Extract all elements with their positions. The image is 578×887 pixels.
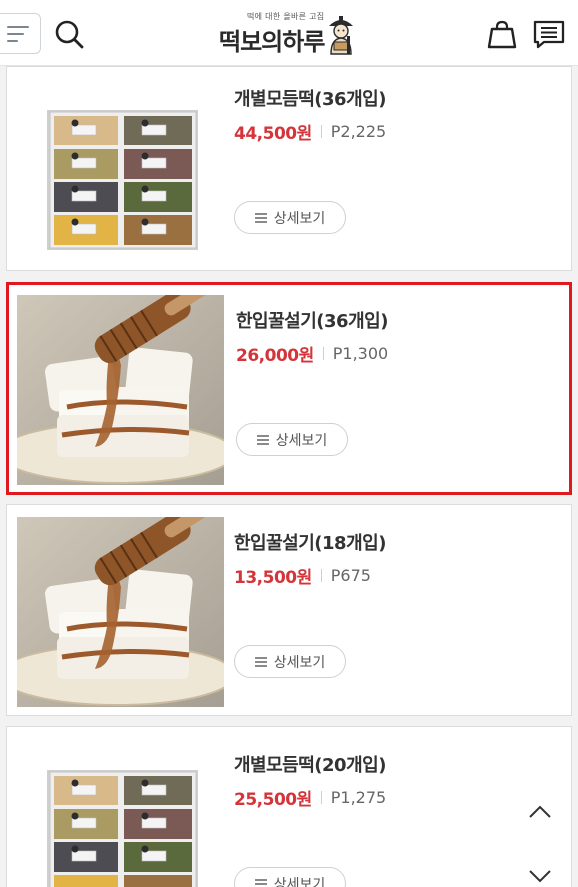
detail-view-label: 상세보기: [273, 654, 326, 671]
price-row: 25,500원 P1,275: [234, 785, 386, 810]
cart-button[interactable]: [486, 18, 518, 50]
product-card[interactable]: 개별모듬떡(36개입) 44,500원 P2,225 상세보기: [6, 66, 572, 271]
detail-view-button[interactable]: 상세보기: [234, 201, 346, 234]
product-image[interactable]: [17, 733, 224, 887]
detail-view-label: 상세보기: [273, 210, 326, 227]
product-name[interactable]: 개별모듬떡(20개입): [234, 751, 386, 777]
price-row: 26,000원 P1,300: [236, 341, 388, 366]
detail-view-button[interactable]: 상세보기: [234, 645, 346, 678]
chevron-down-icon: [529, 870, 551, 883]
product-price: 26,000원: [236, 346, 314, 366]
product-point: P1,275: [330, 788, 387, 807]
product-image[interactable]: [17, 517, 224, 707]
scroll-down-button[interactable]: [527, 867, 553, 885]
product-price: 25,500원: [234, 790, 312, 810]
search-button[interactable]: [53, 19, 87, 51]
chevron-up-icon: [529, 805, 551, 818]
detail-view-label: 상세보기: [273, 876, 326, 887]
price-divider: [320, 569, 322, 582]
list-icon: [254, 656, 267, 667]
price-divider: [322, 347, 324, 360]
detail-view-button[interactable]: 상세보기: [234, 867, 346, 887]
product-name[interactable]: 한입꿀설기(18개입): [234, 529, 386, 555]
logo[interactable]: 떡에 대한 올바른 고집 떡보의하루: [219, 10, 361, 58]
list-icon: [254, 212, 267, 223]
price-divider: [320, 791, 322, 804]
detail-view-button[interactable]: 상세보기: [236, 423, 348, 456]
product-card[interactable]: 개별모듬떡(20개입) 25,500원 P1,275 상세보기: [6, 726, 572, 887]
menu-button[interactable]: [0, 13, 41, 54]
product-name[interactable]: 한입꿀설기(36개입): [236, 307, 388, 333]
scroll-up-button[interactable]: [527, 803, 553, 821]
search-icon: [55, 20, 84, 49]
message-board-icon: [533, 20, 565, 49]
product-point: P675: [330, 566, 371, 585]
logo-subtitle: 떡에 대한 올바른 고집: [247, 12, 325, 21]
price-row: 44,500원 P2,225: [234, 119, 386, 144]
price-row: 13,500원 P675: [234, 563, 371, 588]
product-card[interactable]: 한입꿀설기(18개입) 13,500원 P675 상세보기: [6, 504, 572, 716]
product-name[interactable]: 개별모듬떡(36개입): [234, 85, 386, 111]
top-header: 떡에 대한 올바른 고집 떡보의하루: [0, 0, 578, 66]
product-image[interactable]: [17, 73, 224, 263]
price-divider: [320, 125, 322, 138]
board-button[interactable]: [532, 18, 566, 50]
list-icon: [256, 434, 269, 445]
product-price: 44,500원: [234, 124, 312, 144]
product-card-selected[interactable]: 한입꿀설기(36개입) 26,000원 P1,300 상세보기: [6, 282, 572, 495]
product-point: P2,225: [330, 122, 387, 141]
detail-view-label: 상세보기: [275, 432, 328, 449]
mascot-icon: [329, 16, 353, 55]
product-point: P1,300: [332, 344, 389, 363]
shopping-bag-icon: [487, 20, 517, 49]
product-price: 13,500원: [234, 568, 312, 588]
logo-text: 떡보의하루: [219, 27, 325, 56]
menu-icon: [7, 26, 29, 28]
product-image[interactable]: [17, 295, 224, 485]
list-icon: [254, 878, 267, 887]
